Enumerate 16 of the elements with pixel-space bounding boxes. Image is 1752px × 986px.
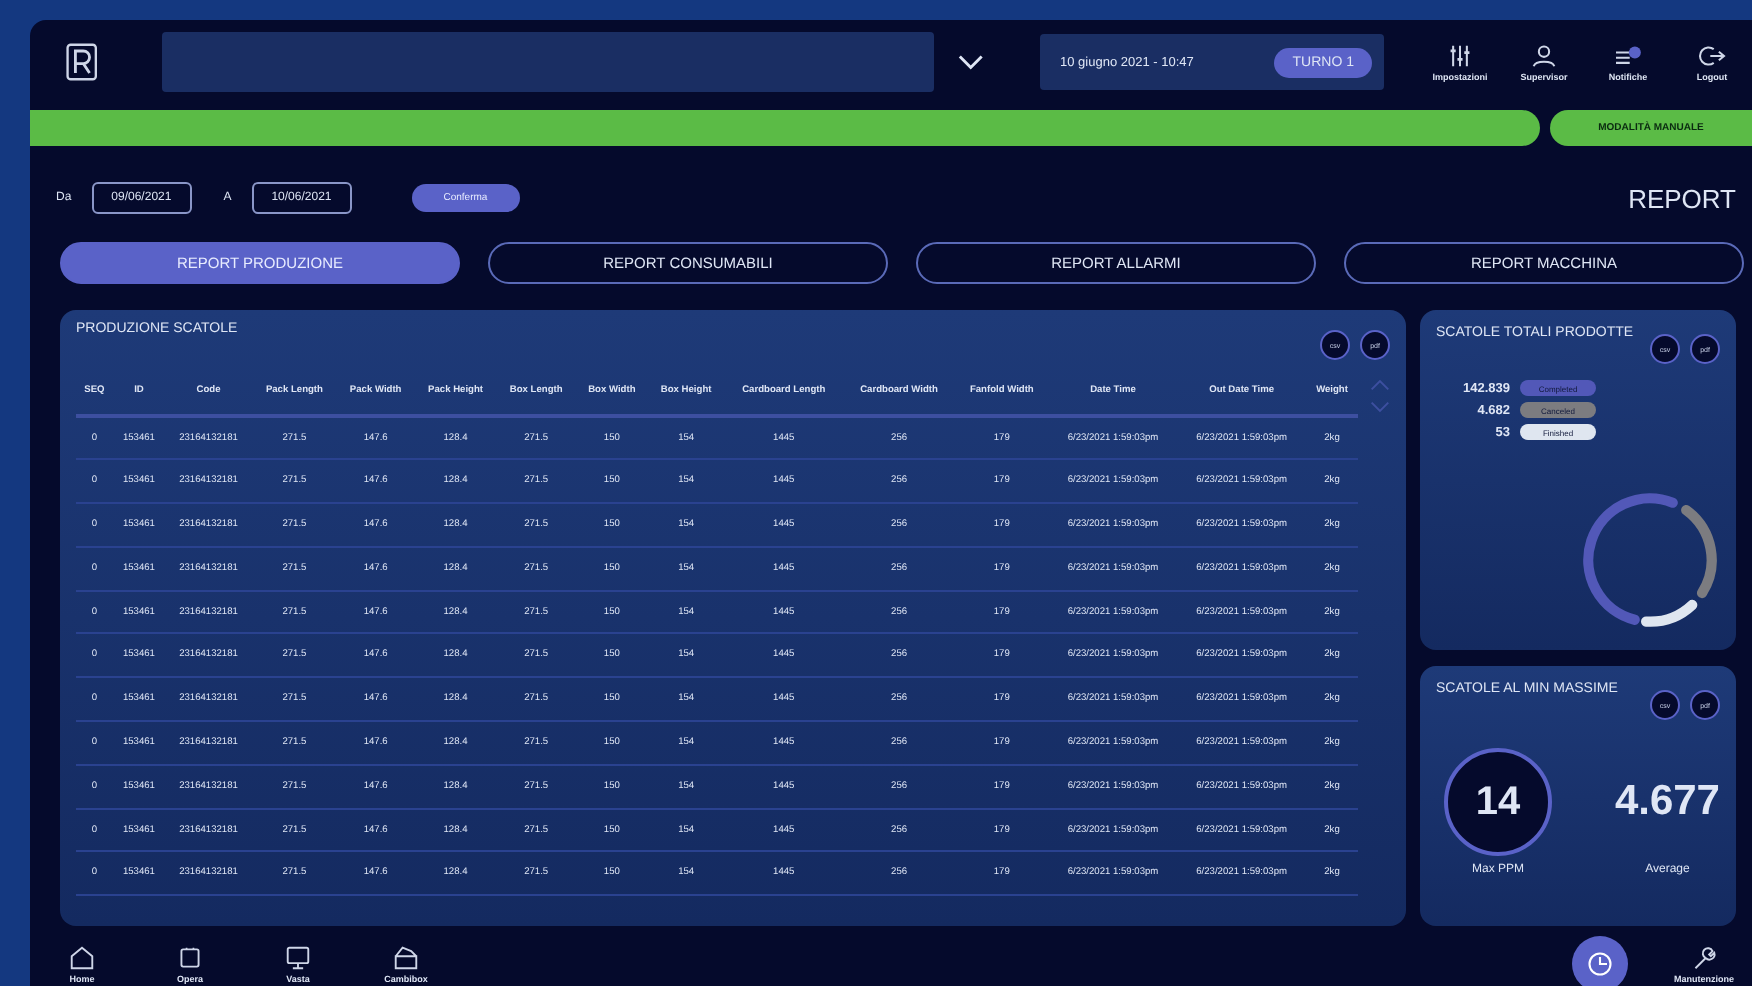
clock-icon (1586, 950, 1614, 978)
chevron-down-icon[interactable] (958, 54, 984, 70)
clock-button[interactable] (1572, 936, 1628, 986)
logo-icon (66, 40, 98, 84)
box-icon (392, 946, 420, 970)
notification-icon (1614, 43, 1642, 67)
sliders-icon (1446, 43, 1474, 67)
square-icon (176, 946, 204, 970)
max-ppm-value: 14 (1444, 748, 1552, 856)
average-value: 4.677 (1614, 776, 1720, 828)
wrench-icon (1690, 946, 1718, 970)
page-title: REPORT (1628, 183, 1736, 213)
home-icon (68, 946, 96, 970)
user-icon (1530, 43, 1558, 67)
monitor-icon (284, 946, 312, 970)
logout-icon (1698, 43, 1726, 67)
